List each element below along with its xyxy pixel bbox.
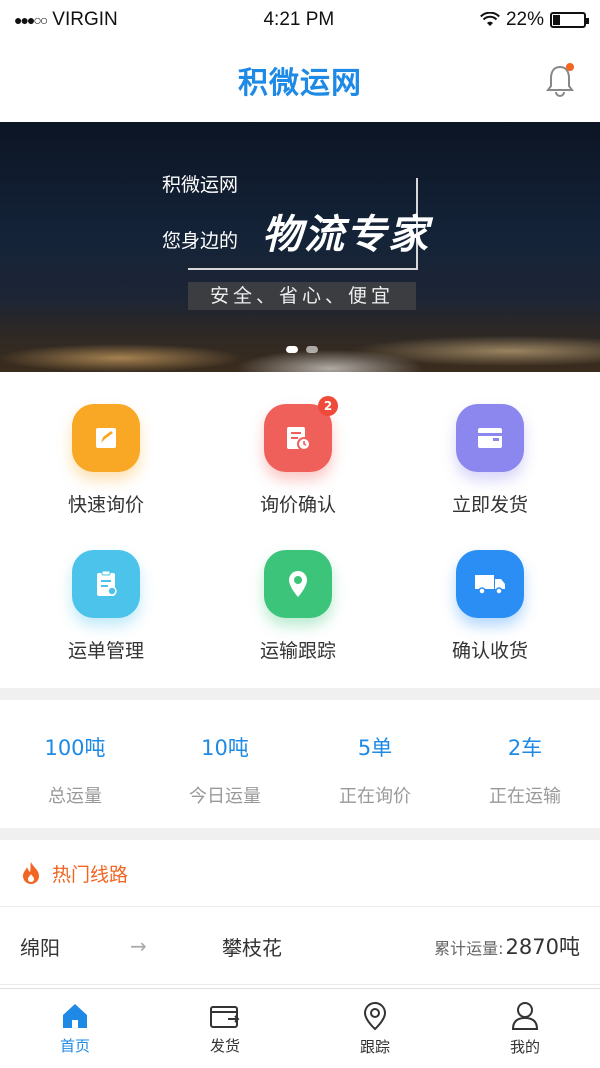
wallet-icon <box>456 404 524 472</box>
stat-label: 今日运量 <box>189 786 261 807</box>
page-title: 积微运网 <box>238 66 362 101</box>
stat-value: 5单 <box>357 736 393 760</box>
route-total-value: 2870吨 <box>505 935 580 959</box>
notification-badge: 2 <box>318 396 338 416</box>
stat-value: 2车 <box>507 736 543 760</box>
home-icon <box>63 1004 87 1028</box>
tab-label: 发货 <box>209 1037 240 1055</box>
battery-icon <box>550 12 589 28</box>
carousel-dot[interactable] <box>306 346 318 353</box>
grid-item-label: 运单管理 <box>67 640 144 662</box>
hot-routes-header: 热门线路 <box>0 840 600 907</box>
banner-night-road-image <box>0 302 600 372</box>
truck-icon <box>456 550 524 618</box>
flame-icon <box>23 862 39 884</box>
route-total: 累计运量: 2870吨 <box>434 931 580 961</box>
route-row[interactable]: 绵阳 → 攀枝花 累计运量: 2870吨 <box>0 908 600 985</box>
stat-in-transit[interactable]: 2车 正在运输 <box>450 700 600 828</box>
carrier-name: VIRGIN <box>52 9 118 30</box>
grid-item-label: 运输跟踪 <box>259 640 336 662</box>
ship-icon <box>210 1006 240 1028</box>
section-divider <box>0 688 600 700</box>
stat-today-volume[interactable]: 10吨 今日运量 <box>150 700 300 828</box>
tab-home[interactable]: 首页 <box>0 989 150 1068</box>
battery-percent: 22% <box>505 9 544 30</box>
status-bar: ●●●○○ VIRGIN 4:21 PM 22% <box>0 0 600 40</box>
section-divider <box>0 828 600 840</box>
grid-item-transport-tracking[interactable]: 运输跟踪 <box>198 550 398 700</box>
edit-icon <box>72 404 140 472</box>
notification-bell-icon[interactable] <box>544 62 576 98</box>
tab-label: 跟踪 <box>359 1038 390 1056</box>
tab-label: 首页 <box>59 1037 90 1055</box>
signal-icon: ●●●○○ <box>14 12 48 28</box>
stat-value: 100吨 <box>44 736 106 760</box>
stats-panel: 100吨 总运量 10吨 今日运量 5单 正在询价 2车 正在运输 <box>0 700 600 828</box>
grid-item-quick-inquiry[interactable]: 快速询价 <box>6 404 206 554</box>
stat-inquiring[interactable]: 5单 正在询价 <box>300 700 450 828</box>
stat-label: 总运量 <box>48 786 102 807</box>
banner-carousel[interactable]: 积微运网 您身边的 物流专家 安全、省心、便宜 <box>0 122 600 372</box>
grid-item-label: 快速询价 <box>67 494 144 516</box>
banner-tagline: 您身边的 <box>162 230 239 252</box>
stat-label: 正在询价 <box>339 786 411 807</box>
function-grid: 快速询价 2 询价确认 立即发货 运单管理 运输跟踪 确认收货 <box>0 372 600 688</box>
user-icon <box>511 1002 539 1030</box>
route-origin: 绵阳 <box>20 935 60 960</box>
location-pin-icon <box>264 550 332 618</box>
nav-bar: 积微运网 <box>0 40 600 120</box>
grid-item-confirm-receipt[interactable]: 确认收货 <box>390 550 590 700</box>
bottom-tab-bar: 首页 发货 跟踪 我的 <box>0 988 600 1068</box>
banner-slogan: 物流专家 <box>262 212 430 258</box>
route-total-label: 累计运量: <box>434 939 504 958</box>
grid-item-ship-now[interactable]: 立即发货 <box>390 404 590 554</box>
tab-label: 我的 <box>509 1038 540 1056</box>
grid-item-inquiry-confirm[interactable]: 2 询价确认 <box>198 396 398 554</box>
grid-item-label: 确认收货 <box>451 640 528 662</box>
banner-brand: 积微运网 <box>162 174 239 196</box>
wifi-icon <box>480 12 500 26</box>
tab-tracking[interactable]: 跟踪 <box>300 989 450 1068</box>
status-time: 4:21 PM <box>263 9 335 30</box>
stat-label: 正在运输 <box>489 786 561 807</box>
section-title: 热门线路 <box>52 863 129 886</box>
tab-ship[interactable]: 发货 <box>150 989 300 1068</box>
stat-value: 10吨 <box>201 736 249 760</box>
location-icon <box>363 1001 387 1031</box>
grid-item-label: 立即发货 <box>451 494 528 516</box>
tab-me[interactable]: 我的 <box>450 989 600 1068</box>
carousel-dot[interactable] <box>286 346 298 353</box>
carousel-dots[interactable] <box>286 346 318 353</box>
grid-item-waybill-management[interactable]: 运单管理 <box>6 550 206 700</box>
clipboard-icon <box>72 550 140 618</box>
banner-features: 安全、省心、便宜 <box>188 282 416 310</box>
route-arrow-icon: → <box>130 934 147 958</box>
route-destination: 攀枝花 <box>222 935 282 960</box>
stat-total-volume[interactable]: 100吨 总运量 <box>0 700 150 828</box>
grid-item-label: 询价确认 <box>259 494 336 516</box>
quote-confirm-icon: 2 <box>264 396 338 472</box>
